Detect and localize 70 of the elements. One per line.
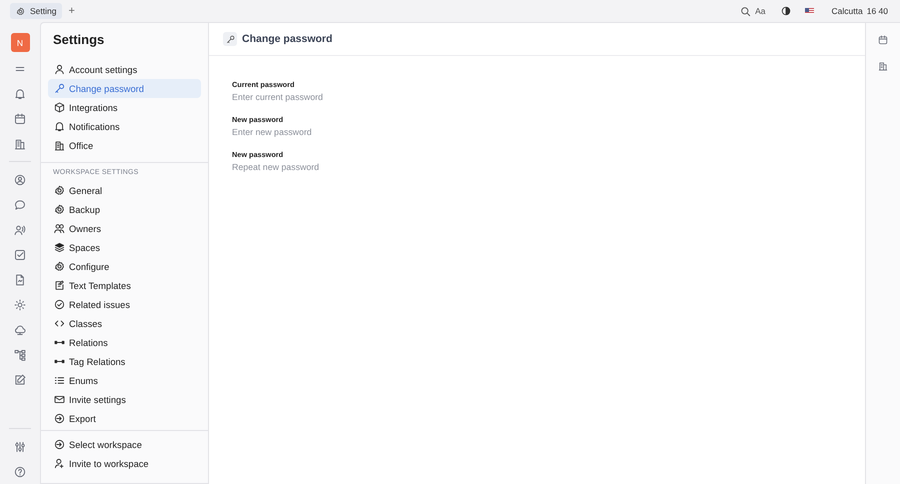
code-icon (54, 318, 65, 329)
nav-item[interactable]: Select workspace (48, 435, 201, 454)
person-icon (54, 64, 65, 75)
key-glyph (226, 34, 234, 44)
nav-item[interactable]: Integrations (48, 98, 201, 117)
nav-item[interactable]: Notifications (48, 117, 201, 136)
font-size-button[interactable]: Aa (755, 6, 766, 16)
enter-icon (54, 439, 65, 450)
calendar-icon (14, 112, 26, 124)
nav-item[interactable]: Relations (48, 333, 201, 352)
clock-time: 16 40 (866, 6, 888, 16)
city-label: Calcutta (832, 6, 863, 16)
contacts-icon (14, 224, 26, 236)
nav-item[interactable]: Export (48, 409, 201, 428)
person-plus-icon (54, 458, 65, 469)
building-icon (14, 138, 26, 150)
nav-item[interactable]: Change password (48, 79, 201, 98)
tree-icon (14, 348, 26, 360)
document-icon (14, 274, 26, 286)
edit-icon (14, 374, 26, 386)
chat-icon (14, 198, 26, 210)
checkbox-icon (14, 248, 26, 260)
envelope-icon (54, 394, 65, 405)
page-title: Change password (242, 33, 332, 45)
calendar-icon (878, 35, 888, 45)
enter-icon (54, 413, 65, 424)
person-icon (14, 174, 26, 186)
check-circle-icon (54, 299, 65, 310)
nav-item[interactable]: Invite to workspace (48, 454, 201, 473)
key-icon (54, 83, 65, 94)
building-icon (54, 140, 65, 151)
gear-icon (54, 261, 65, 272)
nav-item[interactable]: Office (48, 136, 201, 155)
nav-item[interactable]: Related issues (48, 295, 201, 314)
search-button[interactable] (740, 6, 752, 16)
cloud-icon (14, 324, 26, 336)
list-icon (54, 375, 65, 386)
calendar-button[interactable] (876, 33, 890, 47)
help-icon (14, 466, 26, 478)
sidebar-title: Settings (52, 31, 106, 49)
nav-item[interactable]: General (48, 181, 201, 200)
sliders-icon (14, 440, 26, 452)
flag-icon[interactable] (804, 8, 814, 14)
nav-item[interactable]: Tag Relations (48, 352, 201, 371)
nav-item[interactable]: Backup (48, 200, 201, 219)
password-field[interactable]: Repeat new password (232, 162, 402, 172)
template-icon (54, 280, 65, 291)
building-icon (878, 61, 888, 71)
bell-icon (14, 88, 26, 100)
layers-icon (54, 242, 65, 253)
password-field[interactable]: Enter current password (232, 92, 402, 102)
gear-icon (54, 185, 65, 196)
password-field[interactable]: Enter new password (232, 127, 402, 137)
gear-icon (54, 204, 65, 215)
nav-item[interactable]: Spaces (48, 238, 201, 257)
cube-icon (54, 102, 65, 113)
theme-button[interactable] (780, 6, 791, 16)
nav-item[interactable]: Classes (48, 314, 201, 333)
bell-icon (54, 121, 65, 132)
sun-icon (14, 298, 26, 310)
nav-item[interactable]: Invite settings (48, 390, 201, 409)
nav-item[interactable]: Enums (48, 371, 201, 390)
people-icon (54, 223, 65, 234)
new-tab-button[interactable]: + (68, 5, 75, 17)
gear-icon (16, 6, 25, 16)
nav-item[interactable]: Owners (48, 219, 201, 238)
nav-item[interactable]: Text Templates (48, 276, 201, 295)
nav-item[interactable]: Account settings (48, 60, 201, 79)
tab[interactable]: Setting (10, 3, 62, 19)
nav-item[interactable]: Configure (48, 257, 201, 276)
